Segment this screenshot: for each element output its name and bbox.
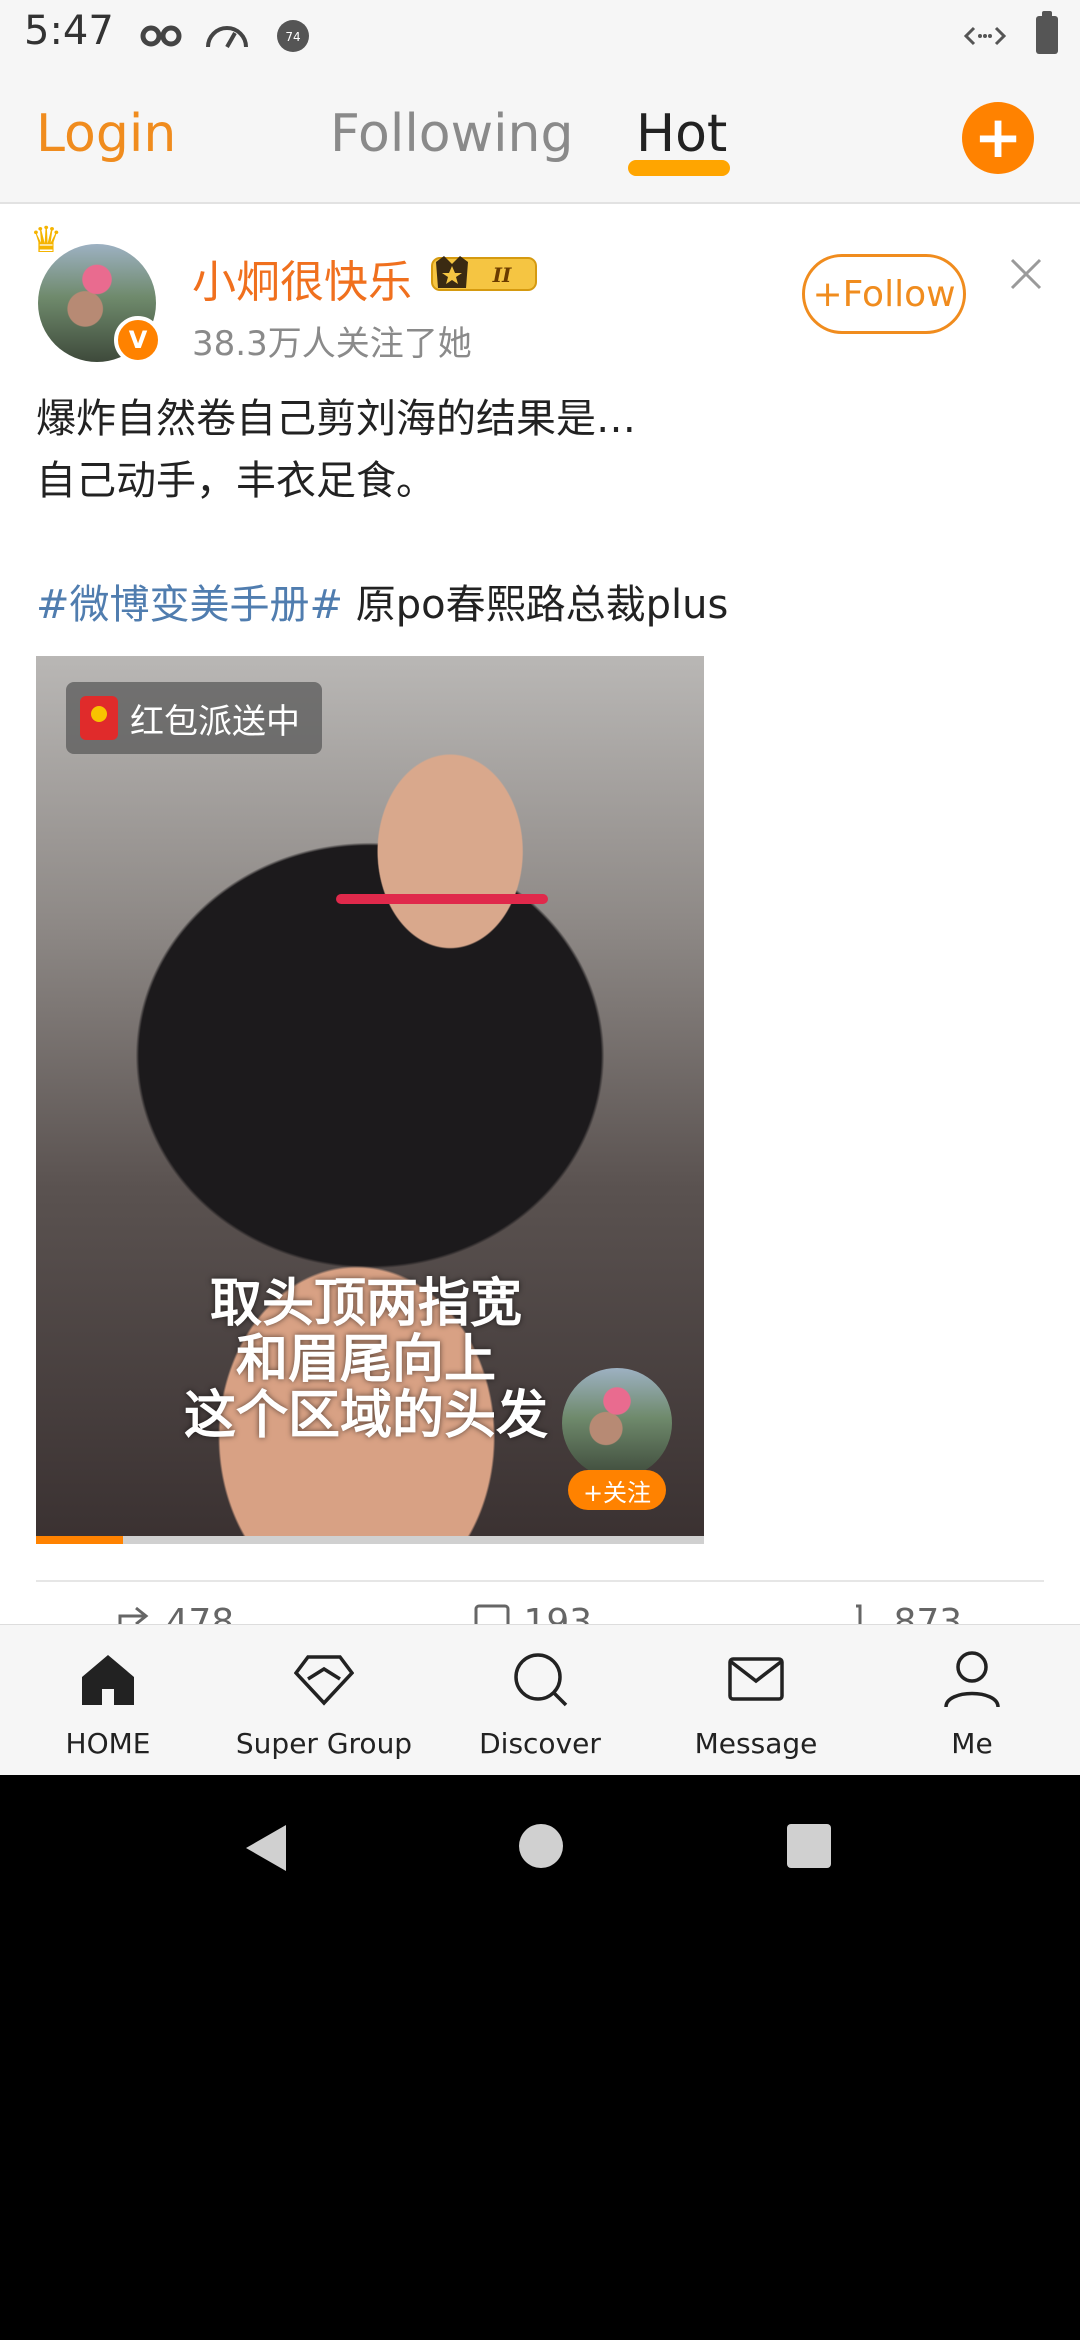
- comment-button[interactable]: 193: [472, 1602, 592, 1624]
- svg-text:II: II: [492, 263, 512, 287]
- close-icon[interactable]: [1006, 254, 1046, 294]
- top-nav: Login Following Hot +: [0, 72, 1080, 204]
- system-nav-bar: [0, 1775, 1080, 1920]
- comment-icon: [474, 1604, 510, 1624]
- follower-count: 38.3万人关注了她: [192, 324, 472, 364]
- svg-text:74: 74: [285, 30, 300, 44]
- post-text-tail: 原po春熙路总裁plus: [343, 582, 729, 628]
- login-link[interactable]: Login: [36, 104, 176, 164]
- repost-button[interactable]: 478: [114, 1602, 234, 1624]
- nav-label: Super Group: [235, 1727, 413, 1760]
- active-tab-indicator: [628, 160, 730, 176]
- home-icon: [82, 1655, 134, 1705]
- nav-label: Me: [951, 1727, 993, 1760]
- incognito-icon: [140, 16, 182, 56]
- speedometer-icon: [204, 16, 250, 56]
- status-bar: 5:47 74: [0, 0, 1080, 72]
- post-text-line: 爆炸自然卷自己剪刘海的结果是…: [36, 396, 636, 442]
- data-arrows-icon: [962, 16, 1008, 56]
- home-circle-icon[interactable]: [518, 1823, 564, 1869]
- comment-count: 193: [523, 1602, 593, 1624]
- video-subtitle: 取头顶两指宽 和眉尾向上 这个区域的头发: [146, 1276, 586, 1444]
- subtitle-line: 这个区域的头发: [183, 1386, 548, 1446]
- video-progress-track[interactable]: [36, 1536, 704, 1544]
- red-packet-badge[interactable]: 红包派送中: [66, 682, 322, 754]
- hashtag-link[interactable]: #微博变美手册#: [36, 582, 343, 628]
- nav-label: Message: [694, 1727, 818, 1760]
- subtitle-line: 取头顶两指宽: [209, 1274, 522, 1334]
- person-icon: [944, 1651, 1000, 1708]
- guide-line: [336, 894, 548, 904]
- repost-icon: [118, 1606, 149, 1624]
- tab-following[interactable]: Following: [330, 104, 574, 164]
- video-progress-fill: [36, 1536, 123, 1544]
- subtitle-line: 和眉尾向上: [235, 1330, 496, 1390]
- nav-me[interactable]: Me: [864, 1625, 1080, 1775]
- battery-icon: [1036, 11, 1058, 54]
- nav-label: Discover: [479, 1727, 601, 1760]
- like-count: 873: [893, 1602, 963, 1624]
- video-follow-button[interactable]: +关注: [568, 1470, 666, 1510]
- username[interactable]: 小炯很快乐: [192, 246, 412, 310]
- post-actions: 478 193 873: [0, 1602, 1080, 1624]
- red-packet-label: 红包派送中: [130, 701, 300, 742]
- nav-home[interactable]: HOME: [0, 1625, 216, 1775]
- video-author-avatar[interactable]: [562, 1368, 672, 1478]
- post-text-line: 自己动手，丰衣足食。: [36, 458, 436, 504]
- nav-message[interactable]: Message: [648, 1625, 864, 1775]
- post-text: 爆炸自然卷自己剪刘海的结果是… 自己动手，丰衣足食。 #微博变美手册# 原po春…: [36, 388, 1046, 636]
- follow-button[interactable]: +Follow: [802, 254, 966, 334]
- nav-super-group[interactable]: Super Group: [216, 1625, 432, 1775]
- member-level-badge-icon: II: [431, 256, 537, 291]
- nav-label: HOME: [65, 1727, 151, 1760]
- tab-hot[interactable]: Hot: [636, 104, 727, 164]
- red-packet-icon: [80, 696, 118, 740]
- bottom-nav: HOME Super Group Discover Message Me: [0, 1624, 1080, 1775]
- repost-count: 478: [165, 1602, 235, 1624]
- back-icon[interactable]: [244, 1823, 288, 1873]
- like-button[interactable]: 873: [842, 1602, 962, 1624]
- app-screen: 5:47 74 Login Following Hot + ♛ V 小炯很快乐 …: [0, 0, 1080, 1775]
- recents-icon[interactable]: [786, 1823, 832, 1869]
- mail-icon: [728, 1657, 784, 1701]
- verified-badge-icon: V: [114, 316, 162, 364]
- compose-button[interactable]: +: [962, 102, 1034, 174]
- crown-icon: ♛: [30, 220, 63, 261]
- video-player[interactable]: 红包派送中 取头顶两指宽 和眉尾向上 这个区域的头发 +关注: [36, 656, 704, 1544]
- divider: [36, 1580, 1044, 1582]
- nav-discover[interactable]: Discover: [432, 1625, 648, 1775]
- app-notification-icon: 74: [276, 16, 310, 56]
- user-avatar[interactable]: ♛ V: [30, 220, 162, 364]
- status-time: 5:47: [24, 8, 114, 54]
- diamond-icon: [294, 1655, 354, 1706]
- search-icon: [514, 1653, 568, 1707]
- like-icon: [856, 1604, 862, 1624]
